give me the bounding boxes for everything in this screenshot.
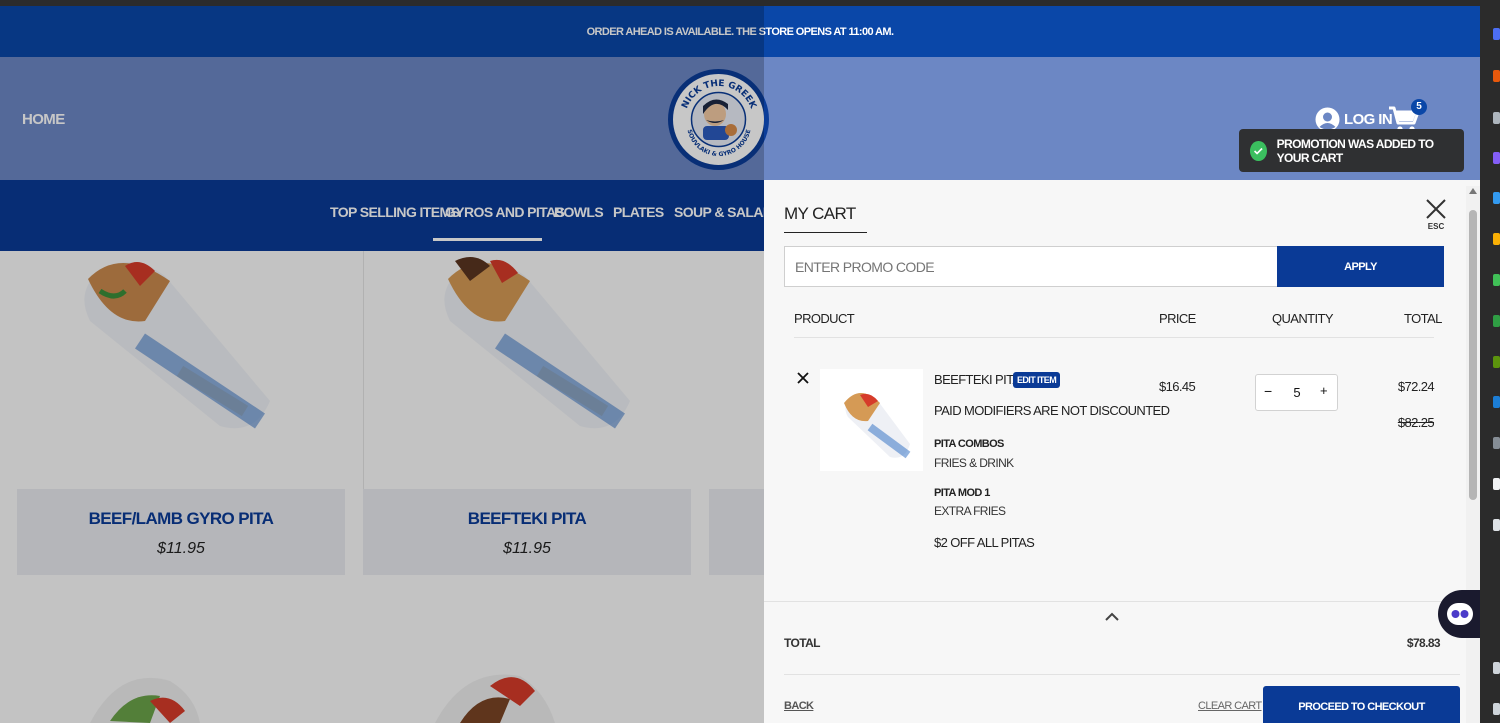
cart-footer: TOTAL $78.83 BACK CLEAR CART PROCEED TO … bbox=[764, 601, 1480, 723]
column-total: TOTAL bbox=[1404, 311, 1442, 326]
item-unit-price: $16.45 bbox=[1159, 379, 1196, 394]
scroll-up-arrow-icon[interactable] bbox=[1469, 188, 1477, 194]
extension-icon[interactable] bbox=[1493, 437, 1500, 449]
extension-icon[interactable] bbox=[1493, 703, 1500, 715]
close-icon bbox=[1426, 199, 1446, 219]
edit-item-button[interactable]: EDIT ITEM bbox=[1013, 372, 1061, 388]
extension-icon[interactable] bbox=[1493, 478, 1500, 490]
item-discount-label: $2 OFF ALL PITAS bbox=[934, 535, 1035, 550]
quantity-value[interactable]: 5 bbox=[1290, 385, 1304, 400]
close-icon bbox=[797, 372, 809, 384]
increase-quantity-button[interactable]: + bbox=[1320, 383, 1328, 398]
collapse-summary-button[interactable] bbox=[1102, 608, 1122, 624]
extension-icon[interactable] bbox=[1493, 192, 1500, 204]
column-product: PRODUCT bbox=[794, 311, 855, 326]
drawer-scrollbar[interactable] bbox=[1466, 186, 1480, 723]
back-link[interactable]: BACK bbox=[784, 700, 814, 712]
promo-code-input[interactable] bbox=[784, 246, 1278, 287]
pita-image bbox=[844, 393, 911, 459]
item-original-total: $82.25 bbox=[1397, 415, 1435, 430]
column-quantity: QUANTITY bbox=[1272, 311, 1334, 326]
quantity-stepper: − 5 + bbox=[1255, 374, 1338, 411]
extension-icon[interactable] bbox=[1493, 519, 1500, 531]
apply-promo-button[interactable]: APPLY bbox=[1277, 246, 1444, 287]
cart-count-badge: 5 bbox=[1411, 99, 1427, 115]
scrollbar-thumb[interactable] bbox=[1469, 210, 1477, 500]
table-header-divider bbox=[794, 337, 1434, 338]
extension-icon[interactable] bbox=[1493, 396, 1500, 408]
cart-item-note: PAID MODIFIERS ARE NOT DISCOUNTED bbox=[934, 403, 1170, 418]
check-circle-icon bbox=[1250, 140, 1267, 161]
total-label: TOTAL bbox=[784, 636, 820, 650]
extension-icon[interactable] bbox=[1493, 233, 1500, 245]
modifier-group-label: PITA COMBOS bbox=[934, 438, 1004, 450]
chevron-up-icon bbox=[1105, 612, 1119, 621]
proceed-to-checkout-button[interactable]: PROCEED TO CHECKOUT bbox=[1263, 686, 1460, 723]
toast-message: PROMOTION WAS ADDED TO YOUR CART bbox=[1276, 136, 1434, 165]
extension-icon[interactable] bbox=[1493, 70, 1500, 82]
web-page: ORDER AHEAD IS AVAILABLE. THE STORE OPEN… bbox=[0, 6, 1480, 723]
item-total: $72.24 bbox=[1397, 379, 1435, 394]
extension-icon[interactable] bbox=[1493, 662, 1500, 674]
column-price: PRICE bbox=[1159, 311, 1196, 326]
modifier-value: FRIES & DRINK bbox=[934, 456, 1014, 470]
chat-eyes-icon bbox=[1451, 610, 1469, 618]
cart-item-name[interactable]: BEEFTEKI PITA bbox=[934, 372, 1021, 387]
login-label: LOG IN bbox=[1344, 111, 1393, 128]
modifier-value: EXTRA FRIES bbox=[934, 504, 1006, 518]
extension-icon[interactable] bbox=[1493, 152, 1500, 164]
total-value: $78.83 bbox=[1406, 636, 1441, 650]
toast-notification: PROMOTION WAS ADDED TO YOUR CART bbox=[1239, 129, 1464, 172]
chat-widget-button[interactable] bbox=[1438, 590, 1480, 638]
footer-divider bbox=[784, 674, 1460, 675]
extension-icon[interactable] bbox=[1493, 356, 1500, 368]
modifier-group-label: PITA MOD 1 bbox=[934, 487, 990, 499]
close-cart-button[interactable]: ESC bbox=[1422, 198, 1450, 234]
title-underline bbox=[784, 232, 867, 233]
cart-item-image bbox=[820, 369, 923, 471]
decrease-quantity-button[interactable]: − bbox=[1264, 383, 1272, 399]
extension-icon[interactable] bbox=[1493, 112, 1500, 124]
cart-title: MY CART bbox=[784, 204, 856, 223]
page-dim-overlay[interactable] bbox=[0, 6, 764, 723]
cart-drawer: MY CART ESC APPLY PRODUCT PRICE QUANTITY… bbox=[764, 180, 1480, 723]
extension-icon[interactable] bbox=[1493, 315, 1500, 327]
remove-item-button[interactable] bbox=[797, 368, 809, 389]
chatbot-face-icon bbox=[1447, 603, 1473, 625]
extension-icon[interactable] bbox=[1493, 274, 1500, 286]
close-shortcut-hint: ESC bbox=[1427, 222, 1445, 231]
extension-icon[interactable] bbox=[1493, 28, 1500, 40]
clear-cart-link[interactable]: CLEAR CART bbox=[1198, 700, 1262, 712]
